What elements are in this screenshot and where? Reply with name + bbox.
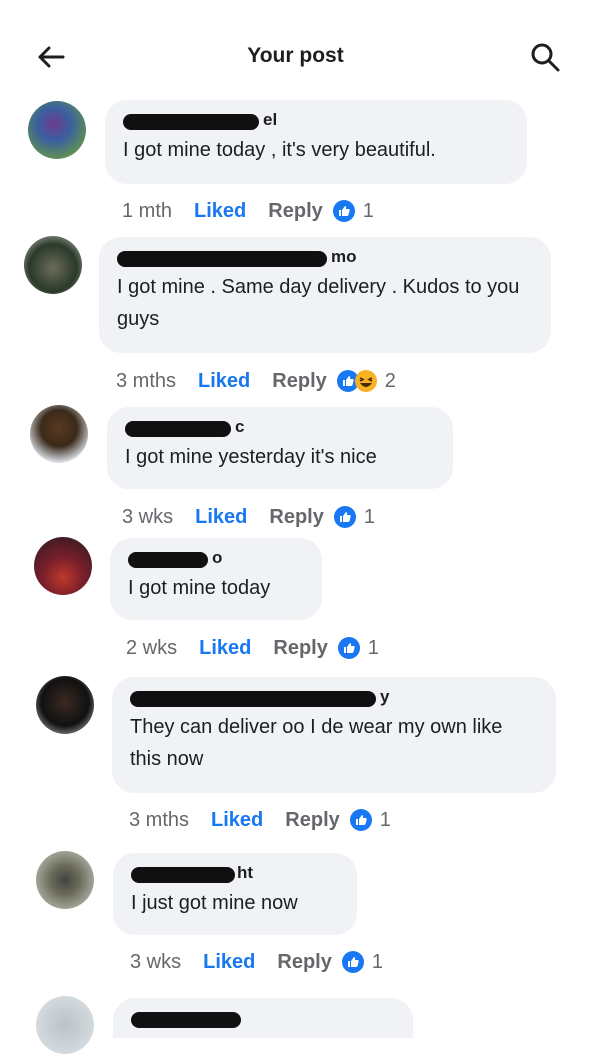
like-reaction-icon[interactable] — [333, 505, 356, 528]
comment-time[interactable]: 1 mth — [122, 197, 172, 225]
like-reaction-icon[interactable] — [332, 199, 355, 222]
like-reaction-icon[interactable] — [341, 950, 364, 973]
reply-button[interactable]: Reply — [273, 634, 327, 662]
like-reaction-icon[interactable] — [337, 636, 360, 659]
like-reaction-icon[interactable] — [349, 808, 372, 831]
commenter-name[interactable]: y — [130, 687, 538, 709]
commenter-name[interactable]: el — [123, 110, 509, 132]
reply-button[interactable]: Reply — [269, 503, 323, 531]
redacted-name — [123, 114, 259, 130]
avatar[interactable] — [24, 236, 82, 294]
page-title: Your post — [247, 44, 344, 67]
name-tail: o — [212, 548, 223, 567]
comment-time[interactable]: 3 wks — [130, 948, 181, 976]
comment-time[interactable]: 3 wks — [122, 503, 173, 531]
commenter-name[interactable]: ht — [131, 863, 339, 885]
commenter-name[interactable]: o — [128, 548, 304, 570]
comment-text: I got mine . Same day delivery . Kudos t… — [117, 276, 525, 330]
liked-button[interactable]: Liked — [203, 948, 255, 976]
comment-text: I got mine yesterday it's nice — [125, 446, 377, 468]
comment-actions: 3 mths Liked Reply 2 — [116, 366, 396, 394]
reaction-count: 1 — [379, 808, 391, 831]
redacted-name — [130, 691, 376, 707]
comment-bubble: y They can deliver oo I de wear my own l… — [112, 677, 556, 793]
liked-button[interactable]: Liked — [195, 503, 247, 531]
comment-text: I just got mine now — [131, 892, 298, 914]
comment-time[interactable]: 2 wks — [126, 634, 177, 662]
redacted-name — [128, 552, 208, 568]
name-tail: c — [235, 417, 245, 436]
reply-button[interactable]: Reply — [272, 367, 326, 395]
app-header: Your post — [0, 0, 591, 96]
avatar[interactable] — [36, 851, 94, 909]
comment-actions: 3 wks Liked Reply 1 — [122, 502, 375, 530]
comment-text: They can deliver oo I de wear my own lik… — [130, 716, 508, 770]
comment-bubble: ht I just got mine now — [113, 853, 357, 935]
reply-button[interactable]: Reply — [277, 948, 331, 976]
reaction-count: 1 — [367, 636, 379, 659]
comment-bubble: el I got mine today , it's very beautifu… — [105, 100, 527, 184]
liked-button[interactable]: Liked — [194, 197, 246, 225]
comment-bubble: mo I got mine . Same day delivery . Kudo… — [99, 237, 551, 353]
commenter-name[interactable]: mo — [117, 247, 533, 269]
name-tail: ht — [237, 863, 254, 882]
commenter-name[interactable]: c — [125, 417, 435, 439]
reaction-count: 2 — [384, 369, 396, 392]
name-tail: el — [263, 110, 278, 129]
avatar[interactable] — [36, 996, 94, 1054]
reply-button[interactable]: Reply — [268, 197, 322, 225]
comment-bubble — [113, 998, 413, 1038]
redacted-name — [131, 867, 235, 883]
avatar[interactable] — [28, 101, 86, 159]
comment-actions: 1 mth Liked Reply 1 — [122, 196, 374, 224]
reply-button[interactable]: Reply — [285, 806, 339, 834]
redacted-name — [125, 421, 231, 437]
comment-text: I got mine today — [128, 577, 271, 599]
liked-button[interactable]: Liked — [199, 634, 251, 662]
name-tail: mo — [331, 247, 357, 266]
comment-actions: 3 wks Liked Reply 1 — [130, 947, 383, 975]
comment-actions: 2 wks Liked Reply 1 — [126, 633, 379, 661]
reaction-count: 1 — [362, 199, 374, 222]
search-icon[interactable] — [528, 40, 562, 74]
avatar[interactable] — [30, 405, 88, 463]
reaction-count: 1 — [363, 505, 375, 528]
comment-time[interactable]: 3 mths — [116, 367, 176, 395]
avatar[interactable] — [34, 537, 92, 595]
haha-reaction-icon[interactable] — [354, 369, 377, 392]
comment-actions: 3 mths Liked Reply 1 — [129, 805, 391, 833]
redacted-name — [117, 251, 327, 267]
name-tail: y — [380, 687, 390, 706]
avatar[interactable] — [36, 676, 94, 734]
comment-bubble: c I got mine yesterday it's nice — [107, 407, 453, 489]
liked-button[interactable]: Liked — [198, 367, 250, 395]
comment-time[interactable]: 3 mths — [129, 806, 189, 834]
liked-button[interactable]: Liked — [211, 806, 263, 834]
comment-text: I got mine today , it's very beautiful. — [123, 139, 436, 161]
reaction-count: 1 — [371, 950, 383, 973]
redacted-name — [131, 1012, 241, 1028]
comment-bubble: o I got mine today — [110, 538, 322, 620]
